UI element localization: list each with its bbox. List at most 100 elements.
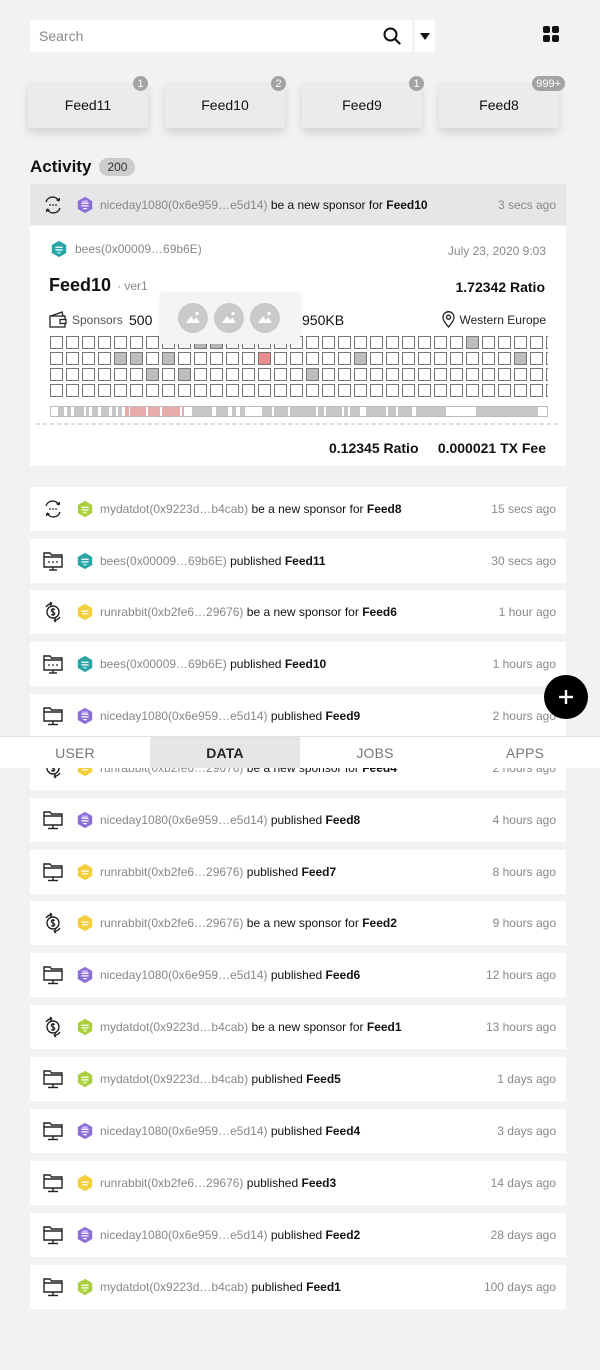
activity-row[interactable]: mydatdot(0x9223d…b4cab) be a new sponsor…: [30, 1005, 566, 1049]
block-cell: [146, 336, 159, 349]
activity-user[interactable]: niceday1080(0x6e959…e5d14): [100, 1228, 267, 1242]
feed-card[interactable]: Feed9 1: [302, 76, 424, 128]
grid-icon[interactable]: [542, 25, 560, 43]
activity-row[interactable]: runrabbit(0xb2fe6…29676) published Feed3…: [30, 1161, 566, 1205]
activity-action: published: [230, 657, 282, 671]
image-placeholder-icon[interactable]: [250, 303, 280, 333]
activity-feed[interactable]: Feed11: [285, 554, 326, 568]
dashed-divider: [36, 423, 560, 425]
block-cell: [434, 368, 447, 381]
activity-user[interactable]: niceday1080(0x6e959…e5d14): [100, 198, 267, 212]
activity-user[interactable]: runrabbit(0xb2fe6…29676): [100, 605, 243, 619]
activity-user[interactable]: mydatdot(0x9223d…b4cab): [100, 1072, 248, 1086]
activity-feed[interactable]: Feed6: [326, 968, 361, 982]
activity-text: bees(0x00009…69b6E) published Feed11: [100, 554, 491, 568]
block-cell: [322, 352, 335, 365]
computer-icon: [42, 861, 64, 883]
activity-action: published: [270, 968, 323, 982]
add-button[interactable]: [544, 675, 588, 719]
block-cell: [466, 368, 479, 381]
activity-time: 8 hours ago: [492, 865, 556, 879]
block-cell: [402, 352, 415, 365]
footer-tx-fee: 0.000021 TX Fee: [437, 440, 546, 456]
block-cell: [530, 352, 543, 365]
activity-time: 3 secs ago: [497, 197, 556, 212]
activity-row[interactable]: mydatdot(0x9223d…b4cab) published Feed1 1…: [30, 1265, 566, 1309]
activity-row[interactable]: runrabbit(0xb2fe6…29676) be a new sponso…: [30, 901, 566, 945]
activity-feed[interactable]: Feed10: [285, 657, 326, 671]
tab-data[interactable]: DATA: [150, 737, 300, 768]
activity-user[interactable]: niceday1080(0x6e959…e5d14): [100, 813, 267, 827]
activity-row[interactable]: bees(0x00009…69b6E) published Feed11 30 s…: [30, 539, 566, 583]
activity-feed[interactable]: Feed9: [326, 709, 361, 723]
activity-user[interactable]: niceday1080(0x6e959…e5d14): [100, 968, 267, 982]
activity-feed[interactable]: Feed8: [326, 813, 361, 827]
block-cell: [258, 352, 271, 365]
block-cell: [130, 368, 143, 381]
block-cell: [146, 384, 159, 397]
activity-row[interactable]: niceday1080(0x6e959…e5d14) be a new spon…: [30, 184, 566, 225]
activity-user[interactable]: bees(0x00009…69b6E): [100, 657, 227, 671]
image-placeholder-icon[interactable]: [178, 303, 208, 333]
detail-feed-name[interactable]: Feed10: [49, 275, 111, 296]
activity-row[interactable]: mydatdot(0x9223d…b4cab) published Feed5 1…: [30, 1057, 566, 1101]
block-cell: [146, 368, 159, 381]
activity-feed[interactable]: Feed10: [386, 198, 427, 212]
activity-action: published: [246, 1176, 299, 1190]
activity-user[interactable]: mydatdot(0x9223d…b4cab): [100, 1020, 248, 1034]
feed-card[interactable]: Feed11 1: [28, 76, 148, 128]
activity-row[interactable]: runrabbit(0xb2fe6…29676) published Feed7…: [30, 850, 566, 894]
activity-feed[interactable]: Feed8: [367, 502, 402, 516]
activity-text: niceday1080(0x6e959…e5d14) be a new spon…: [100, 198, 498, 212]
activity-user[interactable]: niceday1080(0x6e959…e5d14): [100, 1124, 267, 1138]
activity-feed[interactable]: Feed1: [306, 1280, 341, 1294]
activity-user[interactable]: runrabbit(0xb2fe6…29676): [100, 1176, 243, 1190]
block-cell: [50, 352, 63, 365]
block-cell: [290, 368, 303, 381]
block-cell: [482, 352, 495, 365]
activity-feed[interactable]: Feed6: [362, 605, 397, 619]
activity-user[interactable]: mydatdot(0x9223d…b4cab): [100, 502, 248, 516]
activity-row[interactable]: niceday1080(0x6e959…e5d14) published Fee…: [30, 1213, 566, 1257]
block-cell: [450, 384, 463, 397]
publisher-name: bees(0x00009…69b6E): [75, 242, 202, 256]
activity-user[interactable]: bees(0x00009…69b6E): [100, 554, 227, 568]
activity-feed[interactable]: Feed1: [367, 1020, 402, 1034]
filter-dropdown-button[interactable]: [415, 20, 435, 52]
computer-icon: [42, 1068, 64, 1090]
activity-row[interactable]: niceday1080(0x6e959…e5d14) published Fee…: [30, 694, 566, 738]
activity-detail-panel: bees(0x00009…69b6E) July 23, 2020 9:03 F…: [30, 226, 566, 466]
feed-card[interactable]: Feed8 999+: [439, 76, 565, 128]
block-cell: [306, 336, 319, 349]
feed-card-label: Feed8: [479, 97, 519, 113]
activity-row[interactable]: niceday1080(0x6e959…e5d14) published Fee…: [30, 953, 566, 997]
tab-apps[interactable]: APPS: [450, 737, 600, 768]
activity-row[interactable]: mydatdot(0x9223d…b4cab) be a new sponsor…: [30, 487, 566, 531]
purple-avatar-icon: [77, 966, 93, 984]
purple-avatar-icon: [77, 1122, 93, 1140]
activity-feed[interactable]: Feed4: [326, 1124, 361, 1138]
detail-ratio: 1.72342 Ratio: [455, 279, 546, 295]
activity-user[interactable]: niceday1080(0x6e959…e5d14): [100, 709, 267, 723]
feed-card[interactable]: Feed10 2: [165, 76, 286, 128]
activity-user[interactable]: runrabbit(0xb2fe6…29676): [100, 865, 243, 879]
activity-user[interactable]: runrabbit(0xb2fe6…29676): [100, 916, 243, 930]
activity-feed[interactable]: Feed2: [362, 916, 397, 930]
activity-user[interactable]: mydatdot(0x9223d…b4cab): [100, 1280, 248, 1294]
activity-row[interactable]: runrabbit(0xb2fe6…29676) be a new sponso…: [30, 590, 566, 634]
search-icon[interactable]: [382, 26, 402, 46]
activity-feed[interactable]: Feed7: [302, 865, 337, 879]
activity-row[interactable]: bees(0x00009…69b6E) published Feed10 1 ho…: [30, 642, 566, 686]
activity-row[interactable]: niceday1080(0x6e959…e5d14) published Fee…: [30, 1109, 566, 1153]
search-input[interactable]: [39, 28, 382, 44]
tab-user[interactable]: USER: [0, 737, 150, 768]
activity-feed[interactable]: Feed5: [306, 1072, 341, 1086]
yellow-avatar-icon: [77, 1174, 93, 1192]
tab-jobs[interactable]: JOBS: [300, 737, 450, 768]
activity-feed[interactable]: Feed3: [302, 1176, 337, 1190]
image-placeholder-icon[interactable]: [214, 303, 244, 333]
block-cell: [402, 368, 415, 381]
activity-feed[interactable]: Feed2: [326, 1228, 361, 1242]
block-cell: [66, 352, 79, 365]
activity-row[interactable]: niceday1080(0x6e959…e5d14) published Fee…: [30, 798, 566, 842]
